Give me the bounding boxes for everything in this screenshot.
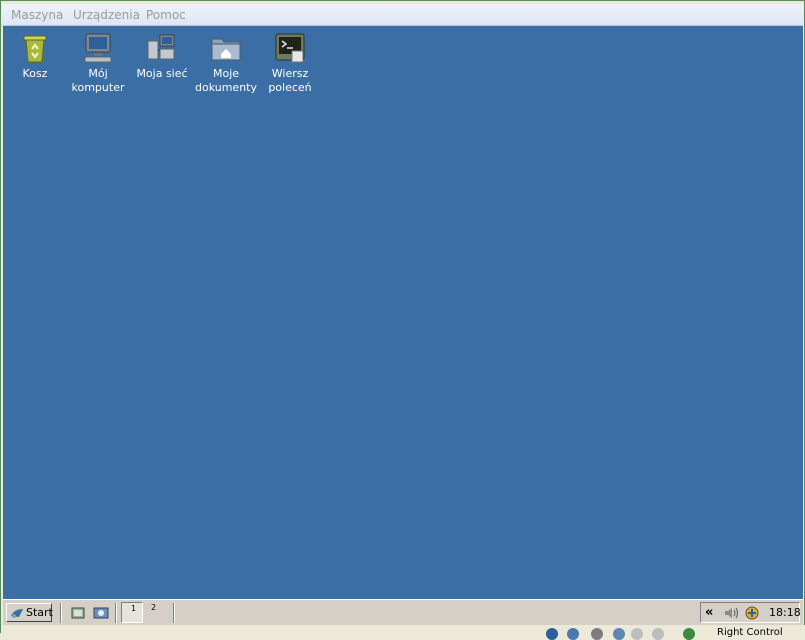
network-adapter-status-icon[interactable]	[613, 628, 625, 640]
start-button[interactable]: Start	[6, 603, 53, 622]
virtualbox-window: Maszyna Urządzenia Pomoc Kosz Mój komput…	[0, 0, 805, 640]
network-status-icon[interactable]	[744, 605, 760, 621]
desktop-icon-label: Moja sieć	[136, 67, 188, 80]
computer-icon	[84, 33, 112, 63]
network-icon	[147, 34, 175, 60]
start-label: Start	[26, 606, 53, 619]
menu-bar: Maszyna Urządzenia Pomoc	[2, 4, 803, 26]
terminal-icon	[275, 33, 305, 63]
taskbar-separator	[173, 603, 175, 623]
desktop-icon-label: Mój komputer	[71, 67, 125, 94]
desktop-icon-command-prompt[interactable]: Wiersz poleceń	[258, 31, 322, 95]
optical-drive-status-icon[interactable]	[567, 628, 579, 640]
recycle-bin-icon	[23, 35, 47, 63]
clock[interactable]: 18:18	[769, 606, 801, 619]
desktop[interactable]: Kosz Mój komputer Moja sieć Moje dokumen…	[3, 26, 803, 599]
workspace-2[interactable]: 2	[151, 603, 156, 612]
workspace-1[interactable]: 1	[121, 602, 143, 623]
taskbar-separator	[60, 603, 62, 623]
desktop-icon-recycle-bin[interactable]: Kosz	[3, 31, 67, 81]
desktop-icon-label: Wiersz poleceń	[268, 67, 312, 94]
start-icon	[11, 609, 23, 618]
volume-icon[interactable]	[723, 606, 739, 620]
taskbar: Start 1 2 « 18:18	[3, 599, 803, 626]
taskbar-separator	[115, 603, 117, 623]
desktop-icon-my-documents[interactable]: Moje dokumenty	[194, 31, 258, 95]
documents-folder-icon	[211, 38, 241, 61]
menu-maszyna[interactable]: Maszyna	[11, 8, 63, 22]
menu-urzadzenia[interactable]: Urządzenia	[73, 8, 140, 22]
virtualization-status-icon[interactable]	[683, 628, 695, 640]
usb-status-icon[interactable]	[591, 628, 603, 640]
browser-launcher-icon[interactable]	[93, 605, 109, 621]
desktop-icon-network[interactable]: Moja sieć	[130, 31, 194, 81]
system-tray: « 18:18	[700, 602, 801, 623]
menu-pomoc[interactable]: Pomoc	[146, 8, 186, 22]
display-status-icon[interactable]	[652, 628, 664, 640]
desktop-icon-label: Moje dokumenty	[195, 67, 257, 94]
desktop-icon-my-computer[interactable]: Mój komputer	[66, 31, 130, 95]
desktop-icon-label: Kosz	[22, 67, 48, 80]
tray-expand-icon[interactable]: «	[705, 605, 713, 620]
hard-disk-status-icon[interactable]	[546, 628, 558, 640]
show-desktop-icon[interactable]	[70, 605, 86, 621]
shared-folders-status-icon[interactable]	[631, 628, 643, 640]
